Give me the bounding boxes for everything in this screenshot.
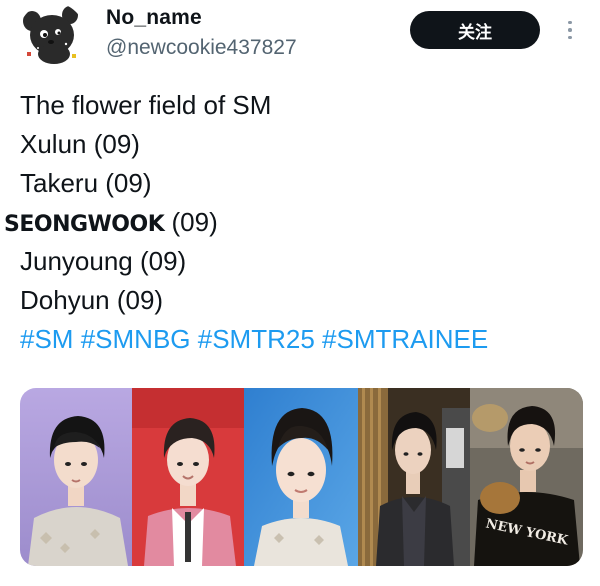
tweet-line: Junyoung (09): [20, 246, 187, 276]
tweet-line: Xulun (09): [20, 129, 140, 159]
cartoon-bear-avatar-icon: [18, 2, 86, 70]
styled-name: SEONGWOOK: [4, 212, 165, 237]
hashtag-link[interactable]: #SMNBG: [81, 324, 191, 354]
styled-name-suffix: (09): [164, 207, 218, 237]
media-photo-3[interactable]: [244, 388, 358, 566]
more-vertical-icon[interactable]: [560, 16, 580, 44]
tweet-text: The flower field of SM Xulun (09) Takeru…: [4, 86, 590, 359]
media-photo-4[interactable]: [358, 388, 470, 566]
media-photo-5[interactable]: NEW YORK: [470, 388, 583, 566]
tweet-line: Takeru (09): [20, 168, 152, 198]
media-grid: NEW YORK: [20, 388, 583, 566]
media-photo-1[interactable]: [20, 388, 132, 566]
media-photo-2[interactable]: [132, 388, 244, 566]
tweet-line-styled: SEONGWOOK (09): [4, 203, 590, 242]
tweet-card: No_name @newcookie437827 关注 The flower f…: [0, 0, 600, 586]
follow-button[interactable]: 关注: [410, 11, 540, 49]
tweet-line: Dohyun (09): [20, 285, 164, 315]
hashtag-link[interactable]: #SM: [20, 324, 73, 354]
user-handle[interactable]: @newcookie437827: [106, 36, 297, 60]
avatar[interactable]: [18, 2, 86, 70]
hashtag-link[interactable]: #SMTR25: [198, 324, 315, 354]
hashtag-link[interactable]: #SMTRAINEE: [322, 324, 488, 354]
display-name[interactable]: No_name: [106, 6, 202, 30]
tweet-line: The flower field of SM: [20, 90, 272, 120]
hashtag-line: #SM #SMNBG #SMTR25 #SMTRAINEE: [20, 320, 590, 359]
